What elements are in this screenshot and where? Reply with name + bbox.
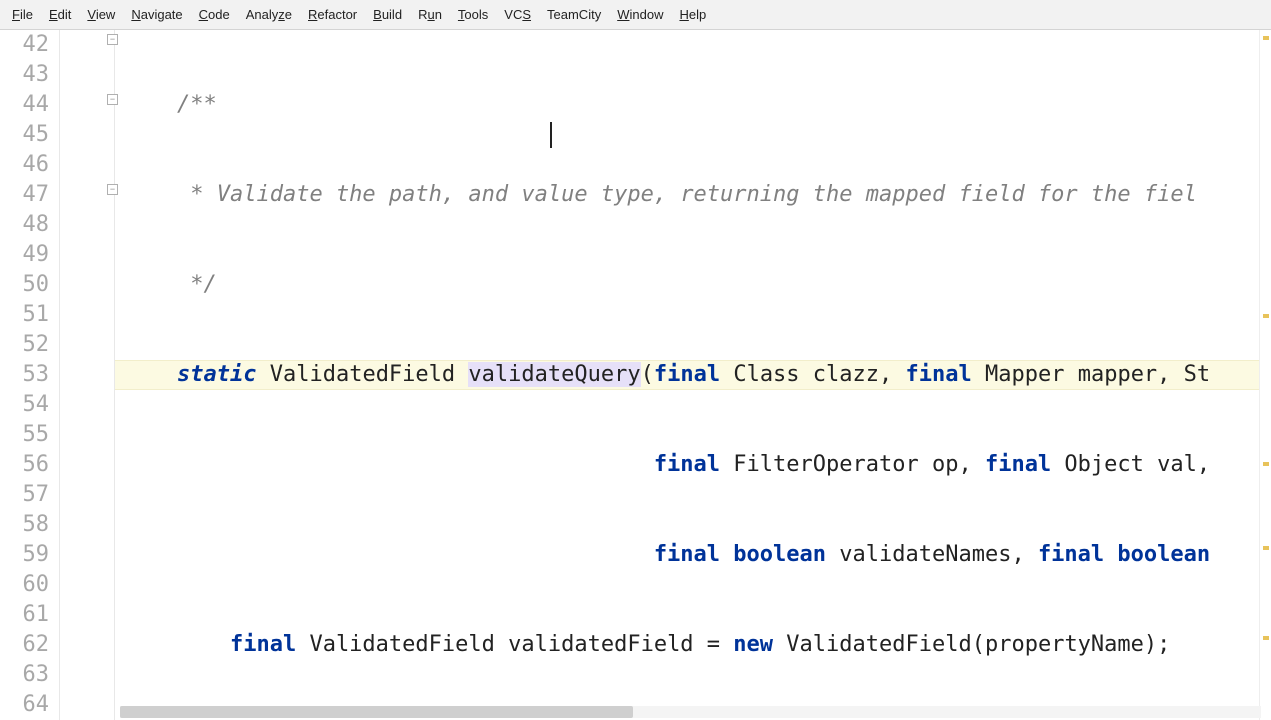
menubar: File Edit View Navigate Code Analyze Ref…	[0, 0, 1271, 30]
menu-vcs[interactable]: VCS	[496, 3, 539, 26]
line-number[interactable]: 47	[0, 180, 49, 210]
comment-text: */	[177, 272, 217, 297]
warning-marker[interactable]	[1263, 636, 1269, 640]
warning-marker[interactable]	[1263, 546, 1269, 550]
editor-area: 4243444546474849505152535455565758596061…	[0, 30, 1271, 720]
warning-marker[interactable]	[1263, 36, 1269, 40]
line-number[interactable]: 45	[0, 120, 49, 150]
menu-code[interactable]: Code	[191, 3, 238, 26]
error-marker-strip[interactable]	[1259, 30, 1271, 720]
line-number[interactable]: 63	[0, 660, 49, 690]
line-number[interactable]: 64	[0, 690, 49, 720]
fold-strip[interactable]: − − −	[60, 30, 115, 720]
menu-navigate[interactable]: Navigate	[123, 3, 190, 26]
line-number[interactable]: 52	[0, 330, 49, 360]
menu-tools[interactable]: Tools	[450, 3, 496, 26]
comment-text: * Validate the path, and value type, ret…	[177, 182, 1197, 207]
line-number[interactable]: 53	[0, 360, 49, 390]
line-gutter[interactable]: 4243444546474849505152535455565758596061…	[0, 30, 60, 720]
warning-marker[interactable]	[1263, 462, 1269, 466]
line-number[interactable]: 60	[0, 570, 49, 600]
line-number[interactable]: 49	[0, 240, 49, 270]
line-number[interactable]: 48	[0, 210, 49, 240]
scrollbar-thumb[interactable]	[120, 706, 633, 718]
line-number[interactable]: 54	[0, 390, 49, 420]
line-number[interactable]: 42	[0, 30, 49, 60]
menu-window[interactable]: Window	[609, 3, 671, 26]
menu-refactor[interactable]: Refactor	[300, 3, 365, 26]
line-number[interactable]: 61	[0, 600, 49, 630]
current-line: static ValidatedField validateQuery(fina…	[115, 360, 1259, 390]
line-number[interactable]: 51	[0, 300, 49, 330]
text-caret	[550, 122, 552, 148]
code-editor[interactable]: /** * Validate the path, and value type,…	[115, 30, 1259, 720]
menu-view[interactable]: View	[79, 3, 123, 26]
menu-analyze[interactable]: Analyze	[238, 3, 300, 26]
line-number[interactable]: 55	[0, 420, 49, 450]
line-number[interactable]: 50	[0, 270, 49, 300]
menu-build[interactable]: Build	[365, 3, 410, 26]
highlighted-identifier: validateQuery	[468, 362, 640, 387]
line-number[interactable]: 43	[0, 60, 49, 90]
line-number[interactable]: 62	[0, 630, 49, 660]
menu-teamcity[interactable]: TeamCity	[539, 3, 609, 26]
menu-help[interactable]: Help	[671, 3, 714, 26]
line-number[interactable]: 56	[0, 450, 49, 480]
menu-edit[interactable]: Edit	[41, 3, 79, 26]
line-number[interactable]: 46	[0, 150, 49, 180]
horizontal-scrollbar[interactable]	[120, 706, 1261, 718]
menu-run[interactable]: Run	[410, 3, 450, 26]
warning-marker[interactable]	[1263, 314, 1269, 318]
line-number[interactable]: 59	[0, 540, 49, 570]
comment-text: /**	[177, 92, 217, 117]
line-number[interactable]: 57	[0, 480, 49, 510]
menu-file[interactable]: File	[4, 3, 41, 26]
line-number[interactable]: 44	[0, 90, 49, 120]
line-number[interactable]: 58	[0, 510, 49, 540]
